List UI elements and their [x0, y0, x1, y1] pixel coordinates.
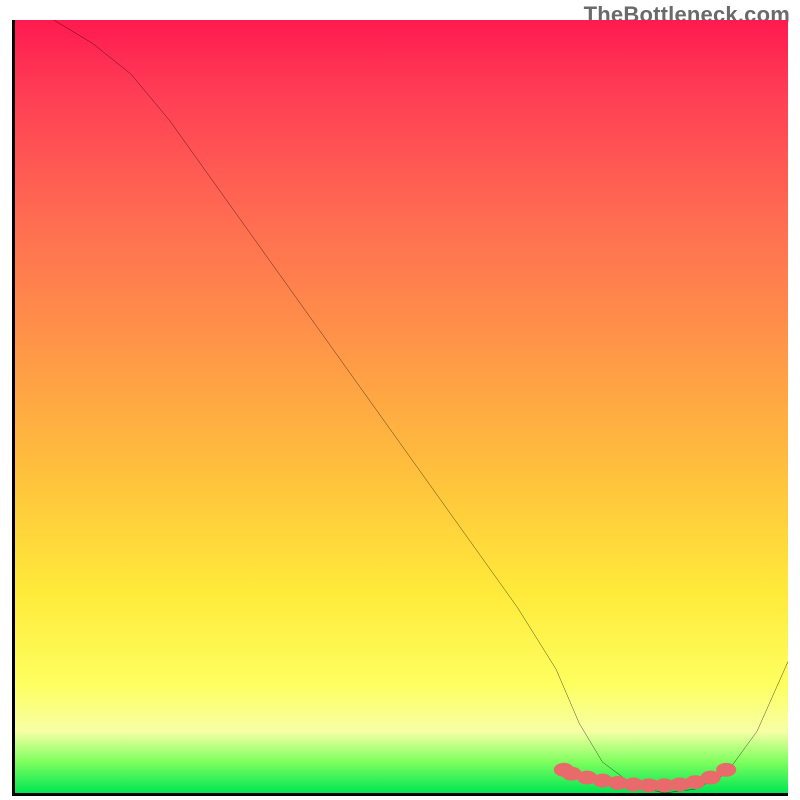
optimal-dots-group [554, 763, 736, 792]
plot-area [12, 20, 788, 796]
bottleneck-curve-path [54, 20, 788, 793]
optimal-dot [716, 763, 736, 777]
chart-stage: TheBottleneck.com [0, 0, 800, 800]
curve-layer [15, 20, 788, 793]
